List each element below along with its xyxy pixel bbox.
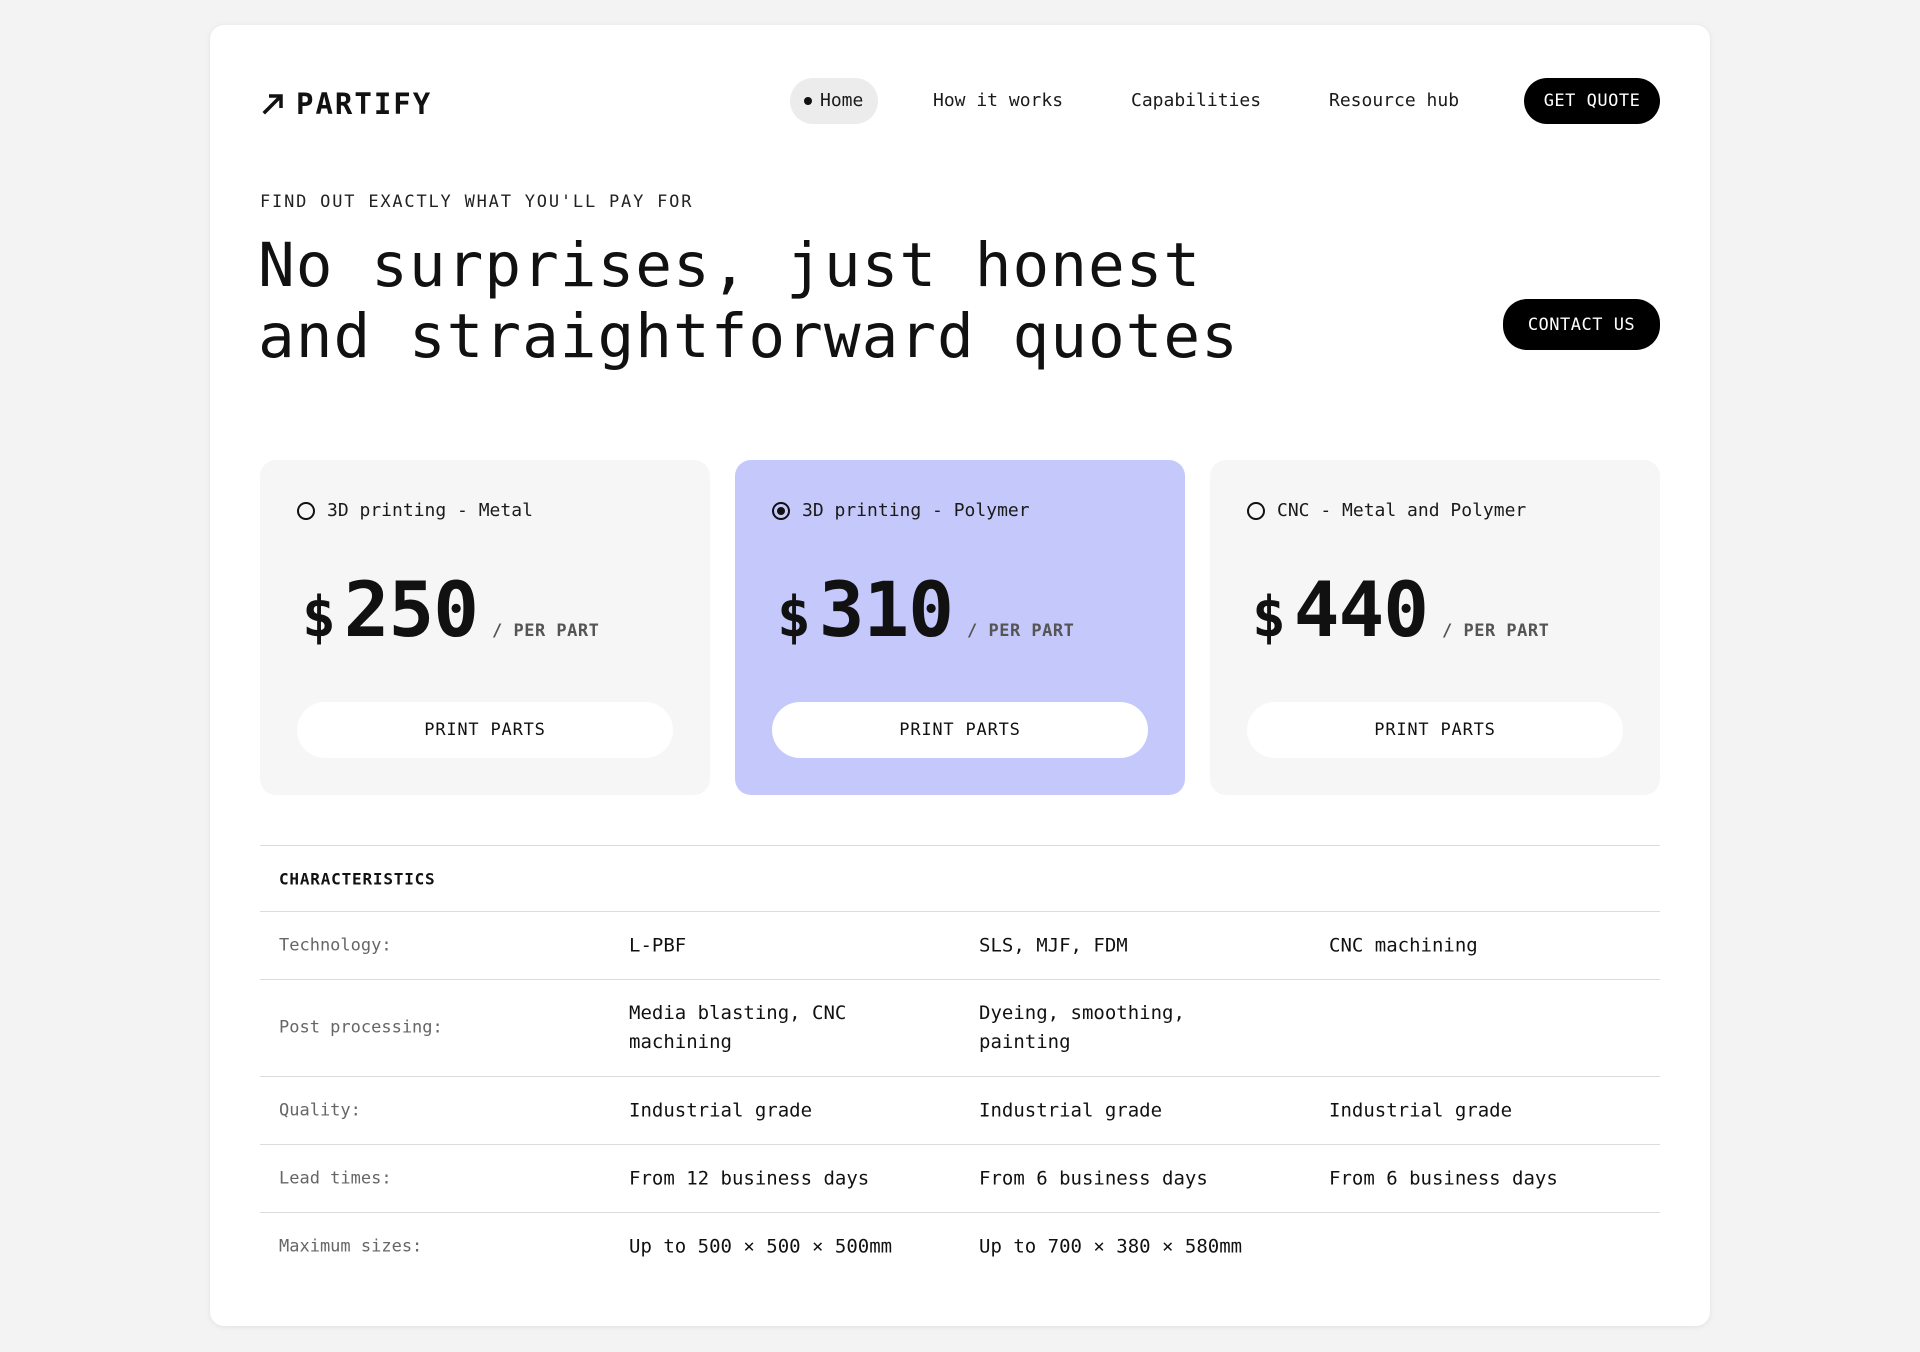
table-cell: Dyeing, smoothing, painting: [979, 1002, 1185, 1053]
table-title: CHARACTERISTICS: [279, 869, 436, 888]
row-label: Lead times:: [279, 1168, 392, 1188]
table-cell: Up to 500 × 500 × 500mm: [629, 1235, 893, 1257]
nav-item-resource-hub[interactable]: Resource hub: [1329, 78, 1459, 124]
nav-item-how-it-works[interactable]: How it works: [933, 78, 1063, 124]
price-currency: $: [777, 585, 811, 650]
active-dot-icon: [804, 97, 812, 105]
table-row: Maximum sizes: Up to 500 × 500 × 500mm U…: [260, 1212, 1660, 1280]
price-amount: 440: [1293, 565, 1429, 654]
nav-item-home[interactable]: Home: [790, 78, 879, 124]
table-cell: From 6 business days: [979, 1167, 1208, 1189]
plan-option[interactable]: 3D printing - Polymer: [772, 500, 1030, 521]
nav-item-label: Home: [820, 90, 864, 111]
row-label: Maximum sizes:: [279, 1236, 423, 1256]
table-cell: From 6 business days: [1329, 1167, 1558, 1189]
get-quote-button[interactable]: GET QUOTE: [1524, 78, 1660, 124]
table-row: Quality: Industrial grade Industrial gra…: [260, 1076, 1660, 1144]
row-label: Post processing:: [279, 1017, 443, 1038]
price-unit: / PER PART: [967, 621, 1075, 641]
hero-eyebrow: FIND OUT EXACTLY WHAT YOU'LL PAY FOR: [260, 192, 694, 212]
table-cell: Industrial grade: [1329, 1099, 1513, 1121]
row-label: Technology:: [279, 935, 392, 955]
characteristics-table: CHARACTERISTICS Technology: L-PBF SLS, M…: [260, 845, 1660, 1280]
nav-item-capabilities[interactable]: Capabilities: [1131, 78, 1261, 124]
table-header-row: CHARACTERISTICS: [260, 845, 1660, 911]
radio-button[interactable]: [1247, 501, 1265, 520]
table-cell: Industrial grade: [629, 1099, 813, 1121]
price-amount: 250: [343, 565, 479, 654]
table-cell: Industrial grade: [979, 1099, 1163, 1121]
main-nav: Home How it works Capabilities Resource …: [210, 78, 1710, 124]
plan-card-polymer[interactable]: 3D printing - Polymer $ 310 / PER PART P…: [735, 460, 1185, 795]
plan-card-metal[interactable]: 3D printing - Metal $ 250 / PER PART PRI…: [260, 460, 710, 795]
headline-line-2: and straightforward quotes: [258, 301, 1239, 372]
table-row: Post processing: Media blasting, CNC mac…: [260, 979, 1660, 1076]
table-cell: From 12 business days: [629, 1167, 870, 1189]
table-cell: SLS, MJF, FDM: [979, 934, 1128, 956]
print-parts-button[interactable]: PRINT PARTS: [772, 702, 1148, 758]
plan-option[interactable]: 3D printing - Metal: [297, 500, 533, 521]
row-label: Quality:: [279, 1100, 361, 1120]
hero-headline: No surprises, just honest and straightfo…: [258, 230, 1239, 372]
headline-line-1: No surprises, just honest: [258, 230, 1202, 301]
price-unit: / PER PART: [492, 621, 600, 641]
page-card: PARTIFY Home How it works Capabilities R…: [210, 25, 1710, 1326]
table-cell: L-PBF: [629, 934, 687, 956]
price-currency: $: [1252, 585, 1286, 650]
plan-card-cnc[interactable]: CNC - Metal and Polymer $ 440 / PER PART…: [1210, 460, 1660, 795]
plan-option[interactable]: CNC - Metal and Polymer: [1247, 500, 1526, 521]
plan-name: 3D printing - Polymer: [802, 500, 1030, 521]
plan-name: CNC - Metal and Polymer: [1277, 500, 1527, 521]
radio-button-selected[interactable]: [772, 501, 790, 520]
price: $ 250 / PER PART: [302, 565, 599, 654]
table-cell: Up to 700 × 380 × 580mm: [979, 1235, 1243, 1257]
price: $ 440 / PER PART: [1252, 565, 1549, 654]
contact-us-button[interactable]: CONTACT US: [1503, 299, 1660, 350]
price-amount: 310: [818, 565, 954, 654]
price-currency: $: [302, 585, 336, 650]
price-unit: / PER PART: [1442, 621, 1550, 641]
table-cell: CNC machining: [1329, 934, 1478, 956]
print-parts-button[interactable]: PRINT PARTS: [1247, 702, 1623, 758]
price: $ 310 / PER PART: [777, 565, 1074, 654]
print-parts-button[interactable]: PRINT PARTS: [297, 702, 673, 758]
radio-button[interactable]: [297, 501, 315, 520]
table-cell: Media blasting, CNC machining: [629, 1002, 847, 1053]
table-row: Technology: L-PBF SLS, MJF, FDM CNC mach…: [260, 911, 1660, 979]
table-row: Lead times: From 12 business days From 6…: [260, 1144, 1660, 1212]
plan-name: 3D printing - Metal: [327, 500, 533, 521]
